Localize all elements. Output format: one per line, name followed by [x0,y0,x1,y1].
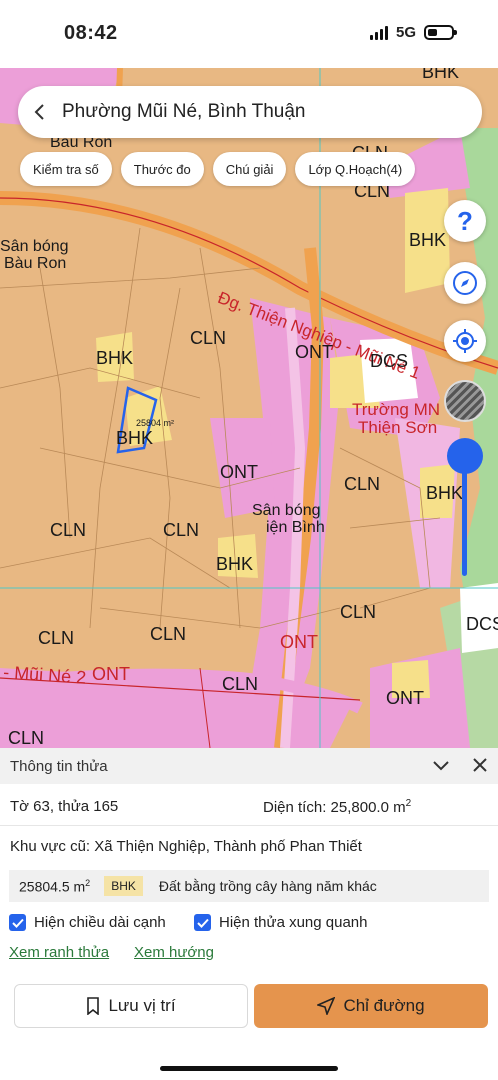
place-label: Sân bóng [252,502,321,519]
place-label: iện Bình [266,519,325,536]
back-button[interactable] [18,86,62,138]
checkbox-label: Hiện thửa xung quanh [219,914,368,931]
chevron-down-icon[interactable] [432,756,450,774]
directions-label: Chỉ đường [343,996,425,1015]
land-area-unit-sup: 2 [85,877,91,888]
send-icon [317,997,336,1015]
area-unit-sup: 2 [405,798,412,809]
zone-label: ONT [280,632,318,652]
status-time: 08:42 [64,22,118,44]
parcel-area-label: 25804 m² [136,418,175,428]
zone-label: CLN [344,474,381,494]
zone-label: CLN [340,602,377,622]
zone-label: ONT [295,342,333,362]
zone-label: CLN [38,628,75,648]
zone-label: CLN [150,624,187,644]
zone-label: DCS [370,351,409,371]
zone-label: ONT [386,688,424,708]
chip-planning-layers[interactable]: Lớp Q.Hoạch(4) [295,152,416,186]
place-label: Thiện Sơn [358,418,438,437]
opacity-slider-knob[interactable] [447,438,483,474]
panel-header: Thông tin thửa [0,748,498,784]
parcel-area: Diện tích: 25,800.0 m2 [263,798,411,816]
checkbox-checked-icon[interactable] [9,914,26,931]
zone-label: BHK [96,348,134,368]
compass-icon [453,271,477,295]
help-button[interactable]: ? [444,200,486,242]
zone-label: ONT [220,462,258,482]
land-code-badge: BHK [104,876,143,896]
zone-label: CLN [190,328,227,348]
zone-label: CLN [163,520,200,540]
location-title: Phường Mũi Né, Bình Thuận [62,101,306,122]
battery-icon [424,25,457,40]
chip-legend[interactable]: Chú giải [212,152,287,186]
zone-label: BHK [426,483,464,503]
map-tool-chips: Kiểm tra số Thước đo Chú giải Lớp Q.Hoạc… [20,152,416,186]
zone-label: BHK [409,230,447,250]
my-location-button[interactable] [444,320,486,362]
land-area-value: 25804.5 m [19,878,86,895]
land-use-row: 25804.5 m2 BHK Đất bằng trồng cây hàng n… [9,870,489,902]
bookmark-icon [87,997,100,1015]
crosshair-icon [453,329,477,353]
zone-label: CLN [8,728,45,748]
zone-label: ONT [92,664,130,684]
show-neighbor-parcels-toggle[interactable]: Hiện thửa xung quanh [194,914,367,931]
checkbox-checked-icon[interactable] [194,914,211,931]
save-location-label: Lưu vị trí [108,996,176,1015]
view-direction-link[interactable]: Xem hướng [134,944,214,961]
parcel-area-value: Diện tích: 25,800.0 m [263,799,406,816]
checkbox-label: Hiện chiều dài cạnh [34,914,166,931]
sheet-parcel-number: Tờ 63, thửa 165 [10,798,119,815]
chip-measure[interactable]: Thước đo [120,152,204,186]
view-boundary-link[interactable]: Xem ranh thửa [9,944,109,961]
directions-button[interactable]: Chỉ đường [254,984,488,1028]
svg-text:?: ? [457,208,473,234]
show-edge-lengths-toggle[interactable]: Hiện chiều dài cạnh [9,914,166,931]
home-indicator[interactable] [160,1066,338,1071]
status-bar: 08:42 5G [0,0,498,68]
question-icon: ? [457,208,473,234]
zone-label: DCS [466,614,498,634]
panel-title: Thông tin thửa [10,757,108,775]
old-area: Khu vực cũ: Xã Thiện Nghiệp, Thành phố P… [10,838,362,855]
zone-label: CLN [222,674,259,694]
place-label: Trường MN [352,400,441,419]
land-use-area: 25804.5 m2 [19,878,90,895]
zone-label: CLN [50,520,87,540]
zone-label: BHK [422,68,460,82]
signal-icon [369,25,388,40]
place-label: Bàu Ron [4,255,67,272]
parcel-summary-row: Tờ 63, thửa 165 Diện tích: 25,800.0 m2 [0,784,498,826]
zone-label: BHK [216,554,254,574]
zone-label: BHK [116,428,154,448]
chip-check-number[interactable]: Kiểm tra số [20,152,112,186]
layer-opacity-thumbnail[interactable] [444,380,486,422]
land-use-description: Đất bằng trồng cây hàng năm khác [158,878,377,894]
save-location-button[interactable]: Lưu vị trí [14,984,248,1028]
parcel-info-panel: Thông tin thửa Tờ 63, thửa 165 Diện tích… [0,748,498,1080]
status-icons: 5G [369,24,457,41]
compass-button[interactable] [444,262,486,304]
close-icon[interactable] [472,756,488,774]
search-bar[interactable]: Phường Mũi Né, Bình Thuận [18,86,482,138]
place-label: Sân bóng [0,238,69,255]
chevron-left-icon [34,104,44,120]
network-type: 5G [395,24,416,41]
